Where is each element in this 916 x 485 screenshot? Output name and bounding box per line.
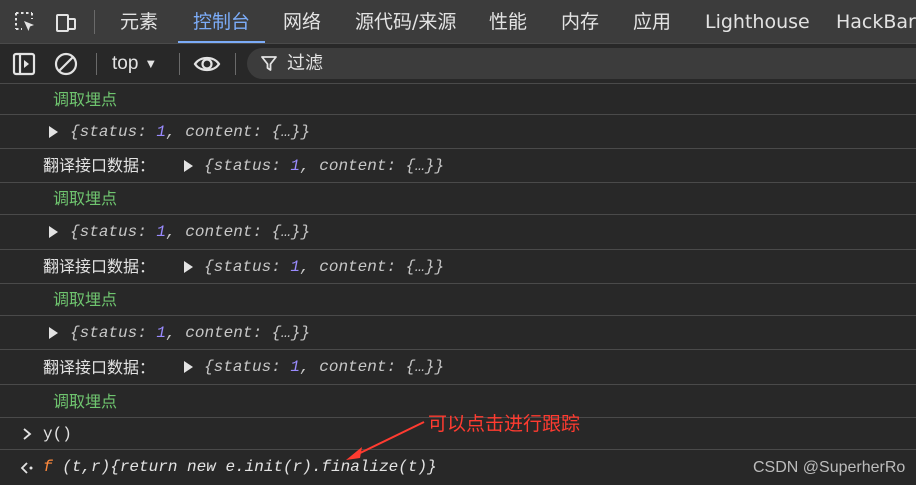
tab-bar-divider [94, 10, 95, 34]
inspect-element-icon[interactable] [13, 10, 37, 34]
console-log-row: 翻译接口数据： {status: 1, content: {…}} [0, 149, 916, 183]
log-message: 翻译接口数据： [43, 156, 156, 175]
expand-triangle-icon[interactable] [184, 160, 193, 172]
console-log-row: 调取埋点 [0, 183, 916, 215]
context-selector[interactable]: top ▼ [112, 44, 157, 84]
clear-console-icon[interactable] [53, 51, 79, 77]
expand-triangle-icon[interactable] [49, 226, 58, 238]
tab-elements[interactable]: 元素 [120, 0, 158, 43]
filter-box[interactable] [247, 48, 916, 79]
log-message: 调取埋点 [53, 290, 118, 309]
object-preview[interactable]: {status: 1, content: {…}} [70, 316, 310, 350]
live-expression-icon[interactable] [193, 51, 221, 77]
log-message: 翻译接口数据： [43, 358, 156, 377]
tab-sources[interactable]: 源代码/来源 [355, 0, 456, 43]
console-log-row: 翻译接口数据： {status: 1, content: {…}} [0, 250, 916, 284]
expand-triangle-icon[interactable] [184, 361, 193, 373]
log-message: 调取埋点 [53, 392, 118, 411]
console-object-row[interactable]: {status: 1, content: {…}} [0, 115, 916, 149]
expand-triangle-icon[interactable] [184, 261, 193, 273]
expand-triangle-icon[interactable] [49, 126, 58, 138]
object-preview[interactable]: {status: 1, content: {…}} [70, 115, 310, 149]
expand-triangle-icon[interactable] [49, 327, 58, 339]
chevron-down-icon: ▼ [144, 56, 158, 71]
sidebar-toggle-icon[interactable] [11, 51, 37, 77]
tab-hackbar[interactable]: HackBar [836, 0, 916, 43]
function-source[interactable]: (t,r){return new e.init(r).finalize(t)} [62, 458, 436, 476]
return-value-icon [20, 462, 33, 474]
chevron-right-icon [23, 428, 32, 440]
device-toolbar-icon[interactable] [54, 10, 78, 34]
object-preview[interactable]: {status: 1, content: {…}} [70, 215, 310, 250]
console-log-row: 调取埋点 [0, 284, 916, 316]
tab-application[interactable]: 应用 [633, 0, 671, 43]
console-command: y() [43, 425, 72, 443]
console-log-row: 调取埋点 [0, 84, 916, 115]
toolbar-divider [96, 53, 97, 75]
object-preview[interactable]: {status: 1, content: {…}} [204, 350, 444, 385]
tab-network[interactable]: 网络 [283, 0, 321, 43]
watermark: CSDN @SuperherRo [753, 459, 906, 476]
toolbar-divider [235, 53, 236, 75]
log-message: 调取埋点 [53, 90, 118, 109]
tab-lighthouse[interactable]: Lighthouse [705, 0, 810, 43]
tab-memory[interactable]: 内存 [561, 0, 599, 43]
toolbar-divider [179, 53, 180, 75]
annotation-text: 可以点击进行跟踪 [428, 413, 581, 435]
object-preview[interactable]: {status: 1, content: {…}} [204, 250, 444, 284]
function-keyword: f [43, 458, 53, 476]
filter-input[interactable] [287, 51, 887, 75]
console-object-row[interactable]: {status: 1, content: {…}} [0, 316, 916, 350]
tab-performance[interactable]: 性能 [489, 0, 527, 43]
function-result[interactable]: f (t,r){return new e.init(r).finalize(t)… [43, 450, 437, 485]
object-preview[interactable]: {status: 1, content: {…}} [204, 149, 444, 183]
context-value: top [112, 53, 139, 74]
log-message: 调取埋点 [53, 189, 118, 208]
filter-icon [261, 56, 277, 71]
log-message: 翻译接口数据： [43, 257, 156, 276]
tab-console[interactable]: 控制台 [177, 0, 266, 43]
devtools-tab-bar: 元素 控制台 网络 源代码/来源 性能 内存 应用 Lighthouse Hac… [0, 0, 916, 44]
console-object-row[interactable]: {status: 1, content: {…}} [0, 215, 916, 250]
console-toolbar: top ▼ [0, 44, 916, 84]
console-log-row: 翻译接口数据： {status: 1, content: {…}} [0, 350, 916, 385]
